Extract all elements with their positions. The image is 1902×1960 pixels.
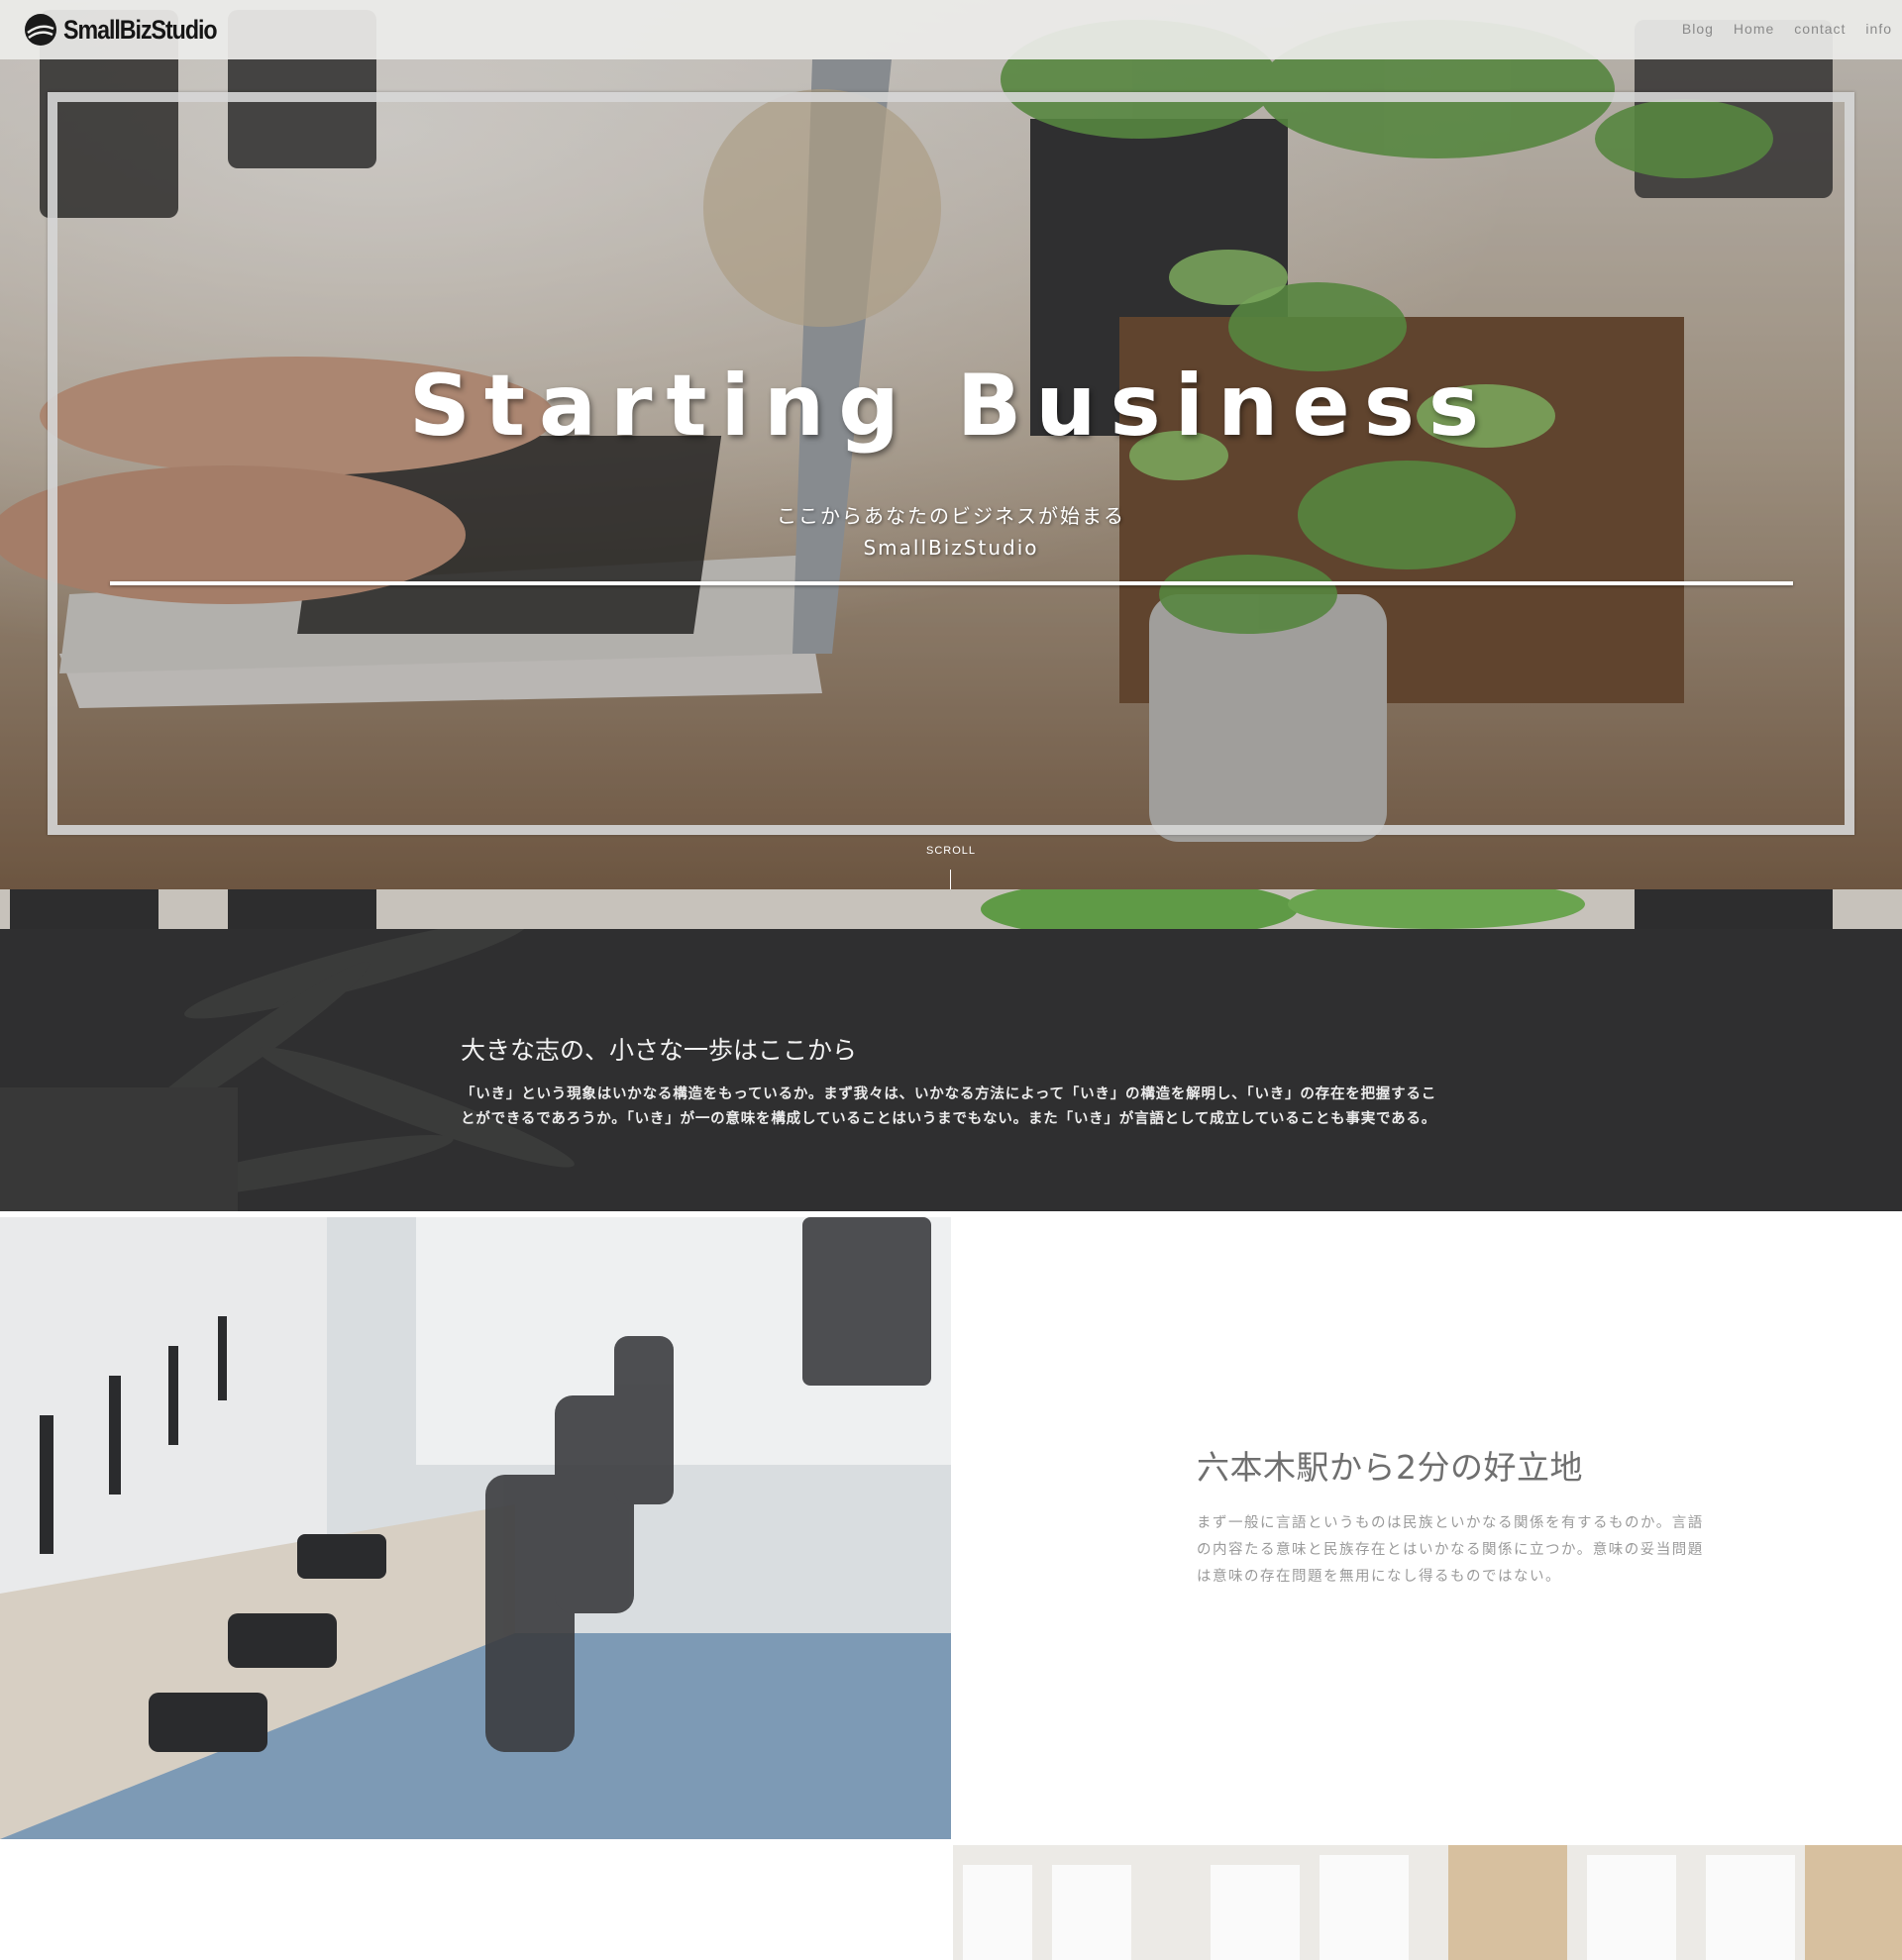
hero-divider: [110, 581, 1793, 585]
logo-swirl-icon: [25, 14, 56, 46]
window-photo-art: [953, 1845, 1902, 1960]
photo-strip-art: [0, 889, 1902, 929]
hero-subtitle-jp: ここからあなたのビジネスが始まる: [777, 504, 1125, 528]
nav-link-home[interactable]: Home: [1734, 21, 1774, 37]
nav-link-contact[interactable]: contact: [1794, 21, 1846, 37]
scroll-indicator-label[interactable]: SCROLL: [0, 845, 1902, 857]
site-logo-text: SmallBizStudio: [63, 14, 218, 45]
feature-body: まず一般に言語というものは民族といかなる関係を有するものか。言語の内容たる意味と…: [1197, 1515, 1704, 1585]
feature-text-block: 六本木駅から2分の好立地 まず一般に言語というものは民族といかなる関係を有するも…: [1197, 1441, 1712, 1591]
intro-body: 「いき」という現象はいかなる構造をもっているか。まず我々は、いかなる方法によって…: [461, 1086, 1437, 1127]
window-photo: [953, 1845, 1902, 1960]
office-photo: [0, 1217, 951, 1839]
main-nav: Blog Home contact info: [1682, 21, 1892, 37]
hero-section: Starting Business ここからあなたのビジネスが始まる Small…: [0, 0, 1902, 889]
hero-subtitle: ここからあなたのビジネスが始まる SmallBizStudio: [0, 500, 1902, 564]
nav-link-info[interactable]: info: [1865, 21, 1892, 37]
photo-strip: [0, 889, 1902, 929]
site-header: SmallBizStudio Blog Home contact info: [0, 0, 1902, 59]
site-logo[interactable]: SmallBizStudio: [24, 12, 242, 48]
scroll-indicator-line: [950, 870, 951, 889]
hero-frame-border: [48, 92, 1854, 835]
hero-title: Starting Business: [408, 357, 1494, 456]
hero-subtitle-brand: SmallBizStudio: [863, 536, 1039, 560]
office-photo-art: [0, 1217, 951, 1839]
intro-heading: 大きな志の、小さな一歩はここから: [461, 1036, 858, 1065]
nav-link-blog[interactable]: Blog: [1682, 21, 1714, 37]
intro-plant-art: [0, 929, 575, 1211]
feature-heading: 六本木駅から2分の好立地: [1197, 1448, 1583, 1487]
intro-section: 大きな志の、小さな一歩はここから 「いき」という現象はいかなる構造をもっているか…: [0, 929, 1902, 1211]
